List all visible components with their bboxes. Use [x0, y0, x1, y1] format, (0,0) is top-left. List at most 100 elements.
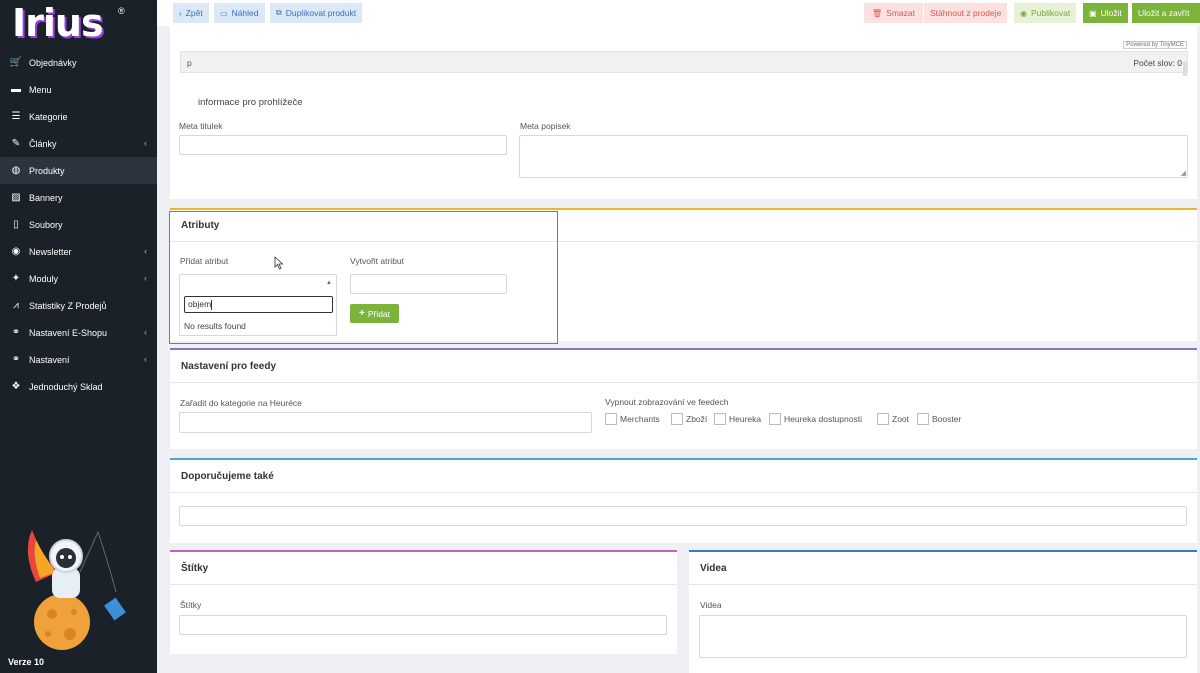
- create-attribute-input[interactable]: [350, 274, 507, 294]
- sidebar-item-nastaven-e-shopu[interactable]: ⚭ Nastavení E-Shopu ‹: [0, 319, 157, 346]
- irius-logo[interactable]: Irius ®: [8, 4, 148, 42]
- bird-icon: ✦: [11, 273, 21, 284]
- preview-label: Náhled: [231, 8, 259, 18]
- sidebar-item-menu[interactable]: ▬ Menu: [0, 76, 157, 103]
- chevron-left-icon: ‹: [179, 8, 182, 18]
- feed-checkbox-merchants[interactable]: [605, 413, 617, 425]
- folder-icon: ▬: [11, 84, 21, 95]
- sidebar-item-newsletter[interactable]: ◉ Newsletter ‹: [0, 238, 157, 265]
- recommend-title: Doporučujeme také: [170, 460, 1197, 493]
- add-attribute-button-label: Přidat: [367, 308, 391, 319]
- sidebar-item--l-nky[interactable]: ✎ Články ‹: [0, 130, 157, 157]
- globe-icon: ◍: [11, 165, 21, 176]
- duplicate-label: Duplikovat produkt: [285, 8, 357, 18]
- editor-statusbar: p Počet slov: 0: [180, 51, 1188, 73]
- tags-panel: Štítky Štítky: [170, 550, 677, 654]
- tags-title: Štítky: [170, 552, 677, 585]
- feeds-panel: Nastavení pro feedy Zařadit do kategorie…: [170, 348, 1197, 449]
- resize-handle-icon[interactable]: ◢: [1181, 169, 1186, 177]
- publish-label: Publikovat: [1030, 8, 1071, 18]
- mouse-cursor-icon: [274, 256, 284, 270]
- unpublish-button[interactable]: Stáhnout z prodeje: [924, 3, 1008, 23]
- recommend-input[interactable]: [179, 506, 1187, 526]
- sidebar-item-produkty[interactable]: ◍ Produkty: [0, 157, 157, 184]
- file-icon: ▯: [13, 219, 19, 230]
- sidebar-item-label: Moduly: [29, 273, 59, 284]
- create-attribute-label: Vytvořit atribut: [350, 256, 405, 266]
- preview-button[interactable]: ▭ Náhled: [214, 3, 265, 23]
- videos-title: Videa: [689, 552, 1197, 585]
- seo-panel: Powered by TinyMCE p Počet slov: 0 infor…: [170, 26, 1197, 199]
- chevron-left-icon: ‹: [144, 273, 147, 283]
- tags-input[interactable]: [179, 615, 667, 635]
- feed-checkbox-zoot[interactable]: [877, 413, 889, 425]
- duplicate-product-button[interactable]: ⧉ Duplikovat produkt: [270, 3, 363, 23]
- sidebar-item-label: Nastavení: [29, 354, 70, 365]
- recommend-panel: Doporučujeme také: [170, 458, 1197, 543]
- chevron-left-icon: ‹: [144, 138, 147, 148]
- meta-title-label: Meta titulek: [179, 121, 223, 131]
- add-attribute-label: Přidat atribut: [180, 256, 229, 266]
- unpublish-label: Stáhnout z prodeje: [930, 8, 1002, 18]
- nodes-icon: ⚭: [11, 327, 21, 338]
- back-button[interactable]: ‹ Zpět: [173, 3, 209, 23]
- sidebar-item-soubory[interactable]: ▯ Soubory: [0, 211, 157, 238]
- feed-checkbox-label: Booster: [932, 414, 962, 424]
- sidebar-item-label: Soubory: [29, 219, 63, 230]
- feed-checkbox-zbo-[interactable]: [671, 413, 683, 425]
- sidebar-item-label: Newsletter: [29, 246, 72, 257]
- plus-icon: +: [358, 308, 365, 319]
- feed-checkbox-booster[interactable]: [917, 413, 929, 425]
- videos-panel: Videa Videa: [689, 550, 1197, 673]
- save-close-label: Uložit a zavřít: [1138, 8, 1190, 18]
- feed-checkbox-heureka-dostupnosti[interactable]: [769, 413, 781, 425]
- list-icon: ☰: [11, 111, 21, 122]
- publish-button[interactable]: ◉ Publikovat: [1014, 3, 1077, 23]
- add-attribute-button[interactable]: + Přidat: [350, 304, 399, 323]
- sidebar-item-label: Nastavení E-Shopu: [29, 327, 108, 338]
- sidebar-item-nastaven-[interactable]: ⚭ Nastavení ‹: [0, 346, 157, 373]
- editor-scrollbar[interactable]: [1183, 62, 1187, 76]
- image-icon: ▨: [11, 192, 21, 203]
- text-cursor: [211, 299, 213, 310]
- attribute-dropdown: objem No results found: [179, 293, 337, 336]
- sidebar-item-bannery[interactable]: ▨ Bannery: [0, 184, 157, 211]
- sidebar-item-label: Jednoduchý Sklad: [29, 381, 103, 392]
- eye-icon: ◉: [1020, 8, 1027, 18]
- save-button[interactable]: ▣ Uložit: [1083, 3, 1128, 23]
- add-attribute-select[interactable]: ▲: [179, 274, 337, 294]
- sidebar-item-jednoduch-sklad[interactable]: ❖ Jednoduchý Sklad: [0, 373, 157, 400]
- editor-path[interactable]: p: [187, 58, 192, 68]
- version-label: Verze 10: [8, 657, 45, 667]
- sidebar-item-kategorie[interactable]: ☰ Kategorie: [0, 103, 157, 130]
- videos-label: Videa: [700, 600, 722, 610]
- top-toolbar: ‹ Zpět ▭ Náhled ⧉ Duplikovat produkt 🗑 Smaza…: [157, 0, 1200, 26]
- chevron-left-icon: ‹: [144, 327, 147, 337]
- save-close-button[interactable]: Uložit a zavřít: [1132, 3, 1200, 23]
- meta-description-textarea[interactable]: ◢: [519, 135, 1188, 178]
- copy-icon: ⧉: [276, 8, 282, 17]
- sidebar-item-label: Kategorie: [29, 111, 68, 122]
- meta-title-input[interactable]: [179, 135, 507, 155]
- astronaut-mascot-illustration: [27, 530, 126, 650]
- feed-checkbox-label: Zoot: [892, 414, 910, 424]
- sidebar-item-objedn-vky[interactable]: 🛒 Objednávky: [0, 49, 157, 76]
- tinymce-powered-label: Powered by TinyMCE: [1123, 41, 1187, 49]
- sidebar-item-moduly[interactable]: ✦ Moduly ‹: [0, 265, 157, 292]
- sidebar-item-label: Bannery: [29, 192, 63, 203]
- heureka-category-input[interactable]: [179, 412, 592, 433]
- sidebar: Irius ® 🛒 Objednávky ▬ Menu ☰ Kategorie ✎ Článk…: [0, 0, 157, 673]
- logo-text: Irius: [12, 1, 104, 45]
- feed-checkbox-heureka[interactable]: [714, 413, 726, 425]
- back-label: Zpět: [185, 8, 203, 18]
- pencil-icon: ✎: [11, 138, 21, 149]
- sidebar-item-statistiky-z-prodej-[interactable]: ⩘ Statistiky Z Prodejů: [0, 292, 157, 319]
- attribute-search-input[interactable]: objem: [184, 296, 333, 313]
- videos-textarea[interactable]: [699, 615, 1187, 658]
- delete-button[interactable]: 🗑 Smazat: [864, 3, 923, 23]
- save-label: Uložit: [1100, 8, 1122, 18]
- feed-checkbox-label: Heureka: [729, 414, 762, 424]
- chevron-left-icon: ‹: [144, 354, 147, 364]
- attributes-panel: Atributy Přidat atribut ▲ objem No resul…: [170, 208, 1197, 341]
- sidebar-item-label: Články: [29, 138, 57, 149]
